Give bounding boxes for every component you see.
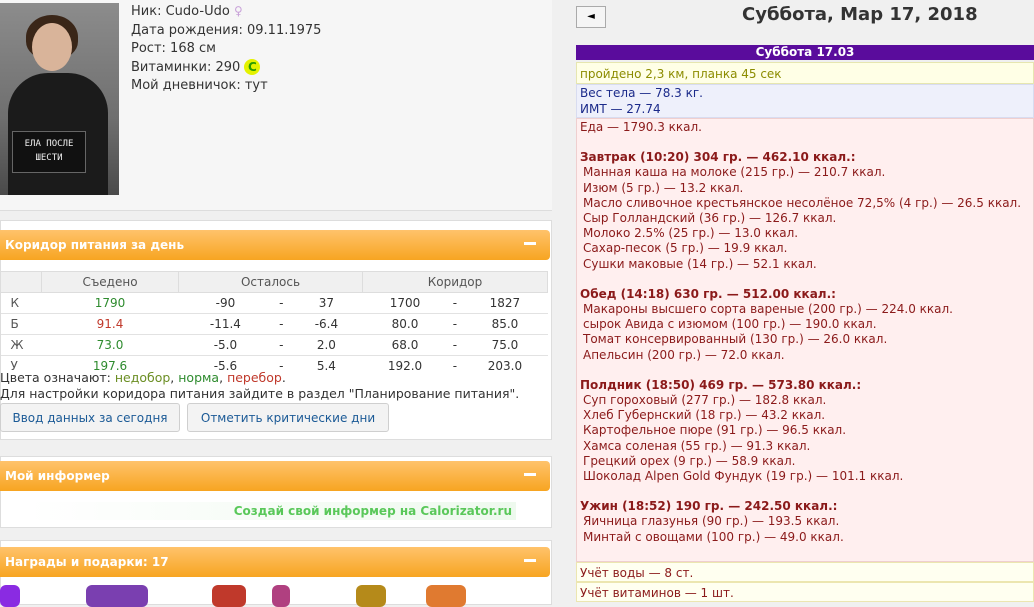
corridor-table: Съедено Осталось Коридор К 1790 -90 - 37…: [0, 271, 549, 376]
list-item: Сыр Голландский (36 гр.) — 126.7 ккал.: [583, 211, 837, 226]
weight-block: Вес тела — 78.3 кг. ИМТ — 27.74: [576, 84, 1034, 118]
table-row: Б 91.4 -11.4 - -6.4 80.0 - 85.0: [0, 313, 548, 335]
nick-label: Ник:: [131, 4, 162, 19]
height-value: 168 см: [170, 41, 216, 56]
minus-icon[interactable]: [524, 559, 536, 562]
profile-photo: ЕЛА ПОСЛЕ ШЕСТИ: [0, 3, 119, 195]
diary-link[interactable]: тут: [245, 78, 268, 93]
diary-label: Мой дневничок:: [131, 78, 241, 93]
list-item: сырок Авида с изюмом (100 гр.) — 190.0 к…: [583, 317, 877, 332]
meal-title: Обед (14:18) 630 гр. — 512.00 ккал.:: [580, 286, 836, 301]
award-icon[interactable]: [86, 585, 148, 607]
nick-value: Cudo-Udo: [165, 4, 230, 19]
vitamins-row: Учёт витаминов — 1 шт.: [576, 582, 1034, 602]
list-item: Сахар-песок (5 гр.) — 19.9 ккал.: [583, 241, 788, 256]
legend-hint: Для настройки коридора питания зайдите в…: [0, 386, 520, 401]
list-item: Апельсин (200 гр.) — 72.0 ккал.: [583, 347, 785, 362]
awards-header[interactable]: Награды и подарки: 17: [0, 547, 550, 577]
weight-value: Вес тела — 78.3 кг.: [580, 86, 703, 100]
award-icon[interactable]: [426, 585, 466, 607]
left-column: ЕЛА ПОСЛЕ ШЕСТИ Ник: Cudo-Udo ♀ Дата рож…: [0, 0, 552, 607]
corridor-title: Коридор питания за день: [5, 238, 185, 252]
activity-row: пройдено 2,3 км, планка 45 сек: [576, 62, 1034, 84]
list-item: Суп гороховый (277 гр.) — 182.8 ккал.: [583, 393, 827, 408]
food-block: Еда — 1790.3 ккал. Завтрак (10:20) 304 г…: [576, 118, 1034, 562]
corridor-header[interactable]: Коридор питания за день: [0, 230, 550, 260]
list-item: Томат консервированный (130 гр.) — 26.0 …: [583, 332, 888, 347]
height-label: Рост:: [131, 41, 166, 56]
back-arrow-icon[interactable]: ◄: [576, 6, 606, 28]
bmi-value: ИМТ — 27.74: [580, 101, 661, 116]
list-item: Хлеб Губернский (18 гр.) — 43.2 ккал.: [583, 408, 826, 423]
award-icon[interactable]: [0, 585, 20, 607]
mark-critical-days-button[interactable]: Отметить критические дни: [187, 403, 389, 432]
list-item: Хамса соленая (55 гр.) — 91.3 ккал.: [583, 438, 811, 453]
award-icon[interactable]: [356, 585, 386, 607]
meal-title: Полдник (18:50) 469 гр. — 573.80 ккал.:: [580, 377, 862, 392]
table-header-eaten: Съедено: [41, 271, 179, 293]
minus-icon[interactable]: [524, 242, 536, 245]
water-row: Учёт воды — 8 ст.: [576, 562, 1034, 582]
day-title: Суббота, Мар 17, 2018: [742, 4, 978, 25]
vitamin-coin-icon: С: [244, 59, 261, 75]
table-header-corridor: Коридор: [361, 271, 549, 293]
informer-banner[interactable]: Создай свой информер на Calorizator.ru: [28, 502, 516, 520]
enter-today-button[interactable]: Ввод данных за сегодня: [0, 403, 180, 432]
photo-sign: ЕЛА ПОСЛЕ ШЕСТИ: [12, 131, 86, 173]
profile-panel: ЕЛА ПОСЛЕ ШЕСТИ Ник: Cudo-Udo ♀ Дата рож…: [0, 0, 552, 211]
birth-label: Дата рождения:: [131, 22, 243, 38]
list-item: Минтай с овощами (100 гр.) — 49.0 ккал.: [583, 529, 844, 544]
vit-value: 290: [215, 59, 241, 75]
color-legend: Цвета означают: недобор, норма, перебор.…: [0, 370, 520, 401]
list-item: Яичница глазунья (90 гр.) — 193.5 ккал.: [583, 514, 840, 529]
table-header-left: Осталось: [178, 271, 363, 293]
list-item: Изюм (5 гр.) — 13.2 ккал.: [583, 180, 744, 195]
list-item: Масло сливочное крестьянское несолёное 7…: [583, 195, 1022, 210]
food-total: Еда — 1790.3 ккал.: [580, 120, 702, 134]
female-icon: ♀: [233, 4, 243, 18]
award-icon[interactable]: [272, 585, 290, 607]
informer-title: Мой информер: [5, 469, 110, 483]
table-row: Ж 73.0 -5.0 - 2.0 68.0 - 75.0: [0, 334, 548, 356]
list-item: Молоко 2.5% (25 гр.) — 13.0 ккал.: [583, 226, 799, 241]
birth-value: 09.11.1975: [247, 22, 322, 38]
list-item: Шоколад Alpen Gold Фундук (19 гр.) — 101…: [583, 469, 904, 484]
informer-header[interactable]: Мой информер: [0, 461, 550, 491]
list-item: Манная каша на молоке (215 гр.) — 210.7 …: [583, 165, 886, 180]
minus-icon[interactable]: [524, 473, 536, 476]
list-item: Макароны высшего сорта вареные (200 гр.)…: [583, 302, 953, 317]
meal-title: Завтрак (10:20) 304 гр. — 462.10 ккал.:: [580, 150, 856, 165]
awards-title: Награды и подарки: 17: [5, 555, 169, 569]
meal-title: Ужин (18:52) 190 гр. — 242.50 ккал.:: [580, 499, 838, 514]
profile-info: Ник: Cudo-Udo ♀ Дата рождения: 09.11.197…: [131, 2, 321, 96]
day-header: Суббота 17.03: [576, 45, 1034, 60]
vit-label: Витаминки:: [131, 59, 212, 75]
list-item: Сушки маковые (14 гр.) — 52.1 ккал.: [583, 256, 817, 271]
list-item: Картофельное пюре (91 гр.) — 96.5 ккал.: [583, 423, 847, 438]
award-icon[interactable]: [212, 585, 246, 607]
table-row: К 1790 -90 - 37 1700 - 1827: [0, 292, 548, 314]
list-item: Грецкий орех (9 гр.) — 58.9 ккал.: [583, 453, 796, 468]
table-header-empty: [0, 271, 42, 293]
